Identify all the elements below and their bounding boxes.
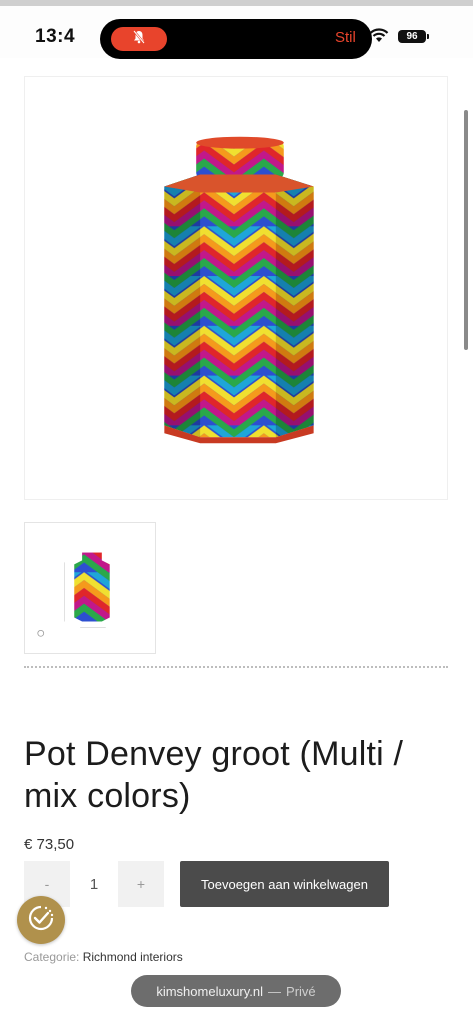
add-to-cart-button[interactable]: Toevoegen aan winkelwagen bbox=[180, 861, 389, 907]
product-price: € 73,50 bbox=[24, 836, 75, 853]
bell-slash-icon bbox=[131, 29, 147, 50]
page-scrollbar[interactable] bbox=[464, 110, 468, 350]
browser-domain: kimshomeluxury.nl bbox=[156, 983, 264, 999]
status-time: 13:4 bbox=[35, 26, 76, 47]
product-main-image[interactable] bbox=[24, 76, 448, 500]
category-label: Categorie: bbox=[24, 950, 80, 964]
quantity-increase-button[interactable]: + bbox=[118, 861, 164, 907]
wifi-icon bbox=[369, 28, 389, 49]
product-thumbnail[interactable] bbox=[24, 522, 156, 654]
jar-illustration bbox=[164, 136, 314, 444]
dynamic-island: Stil bbox=[100, 19, 372, 59]
product-category: Categorie: Richmond interiors bbox=[24, 950, 183, 964]
battery-icon: 96 bbox=[398, 30, 429, 43]
private-mode-label: Privé bbox=[286, 983, 316, 999]
category-link[interactable]: Richmond interiors bbox=[83, 950, 183, 964]
silent-mode-label: Stil bbox=[335, 29, 356, 46]
battery-level: 96 bbox=[406, 31, 418, 42]
quantity-input[interactable] bbox=[70, 861, 118, 907]
section-divider bbox=[24, 666, 448, 668]
cookie-settings-button[interactable] bbox=[17, 896, 65, 944]
product-title: Pot Denvey groot (Multi / mix colors) bbox=[24, 735, 404, 815]
status-bar: 13:4 Stil 96 bbox=[0, 6, 473, 59]
thumbnail-jar-illustration bbox=[37, 552, 110, 637]
browser-separator: — bbox=[268, 983, 282, 999]
browser-address-pill[interactable]: kimshomeluxury.nl — Privé bbox=[131, 975, 341, 1007]
cookie-check-icon bbox=[26, 903, 56, 938]
silent-mode-pill bbox=[111, 27, 167, 51]
